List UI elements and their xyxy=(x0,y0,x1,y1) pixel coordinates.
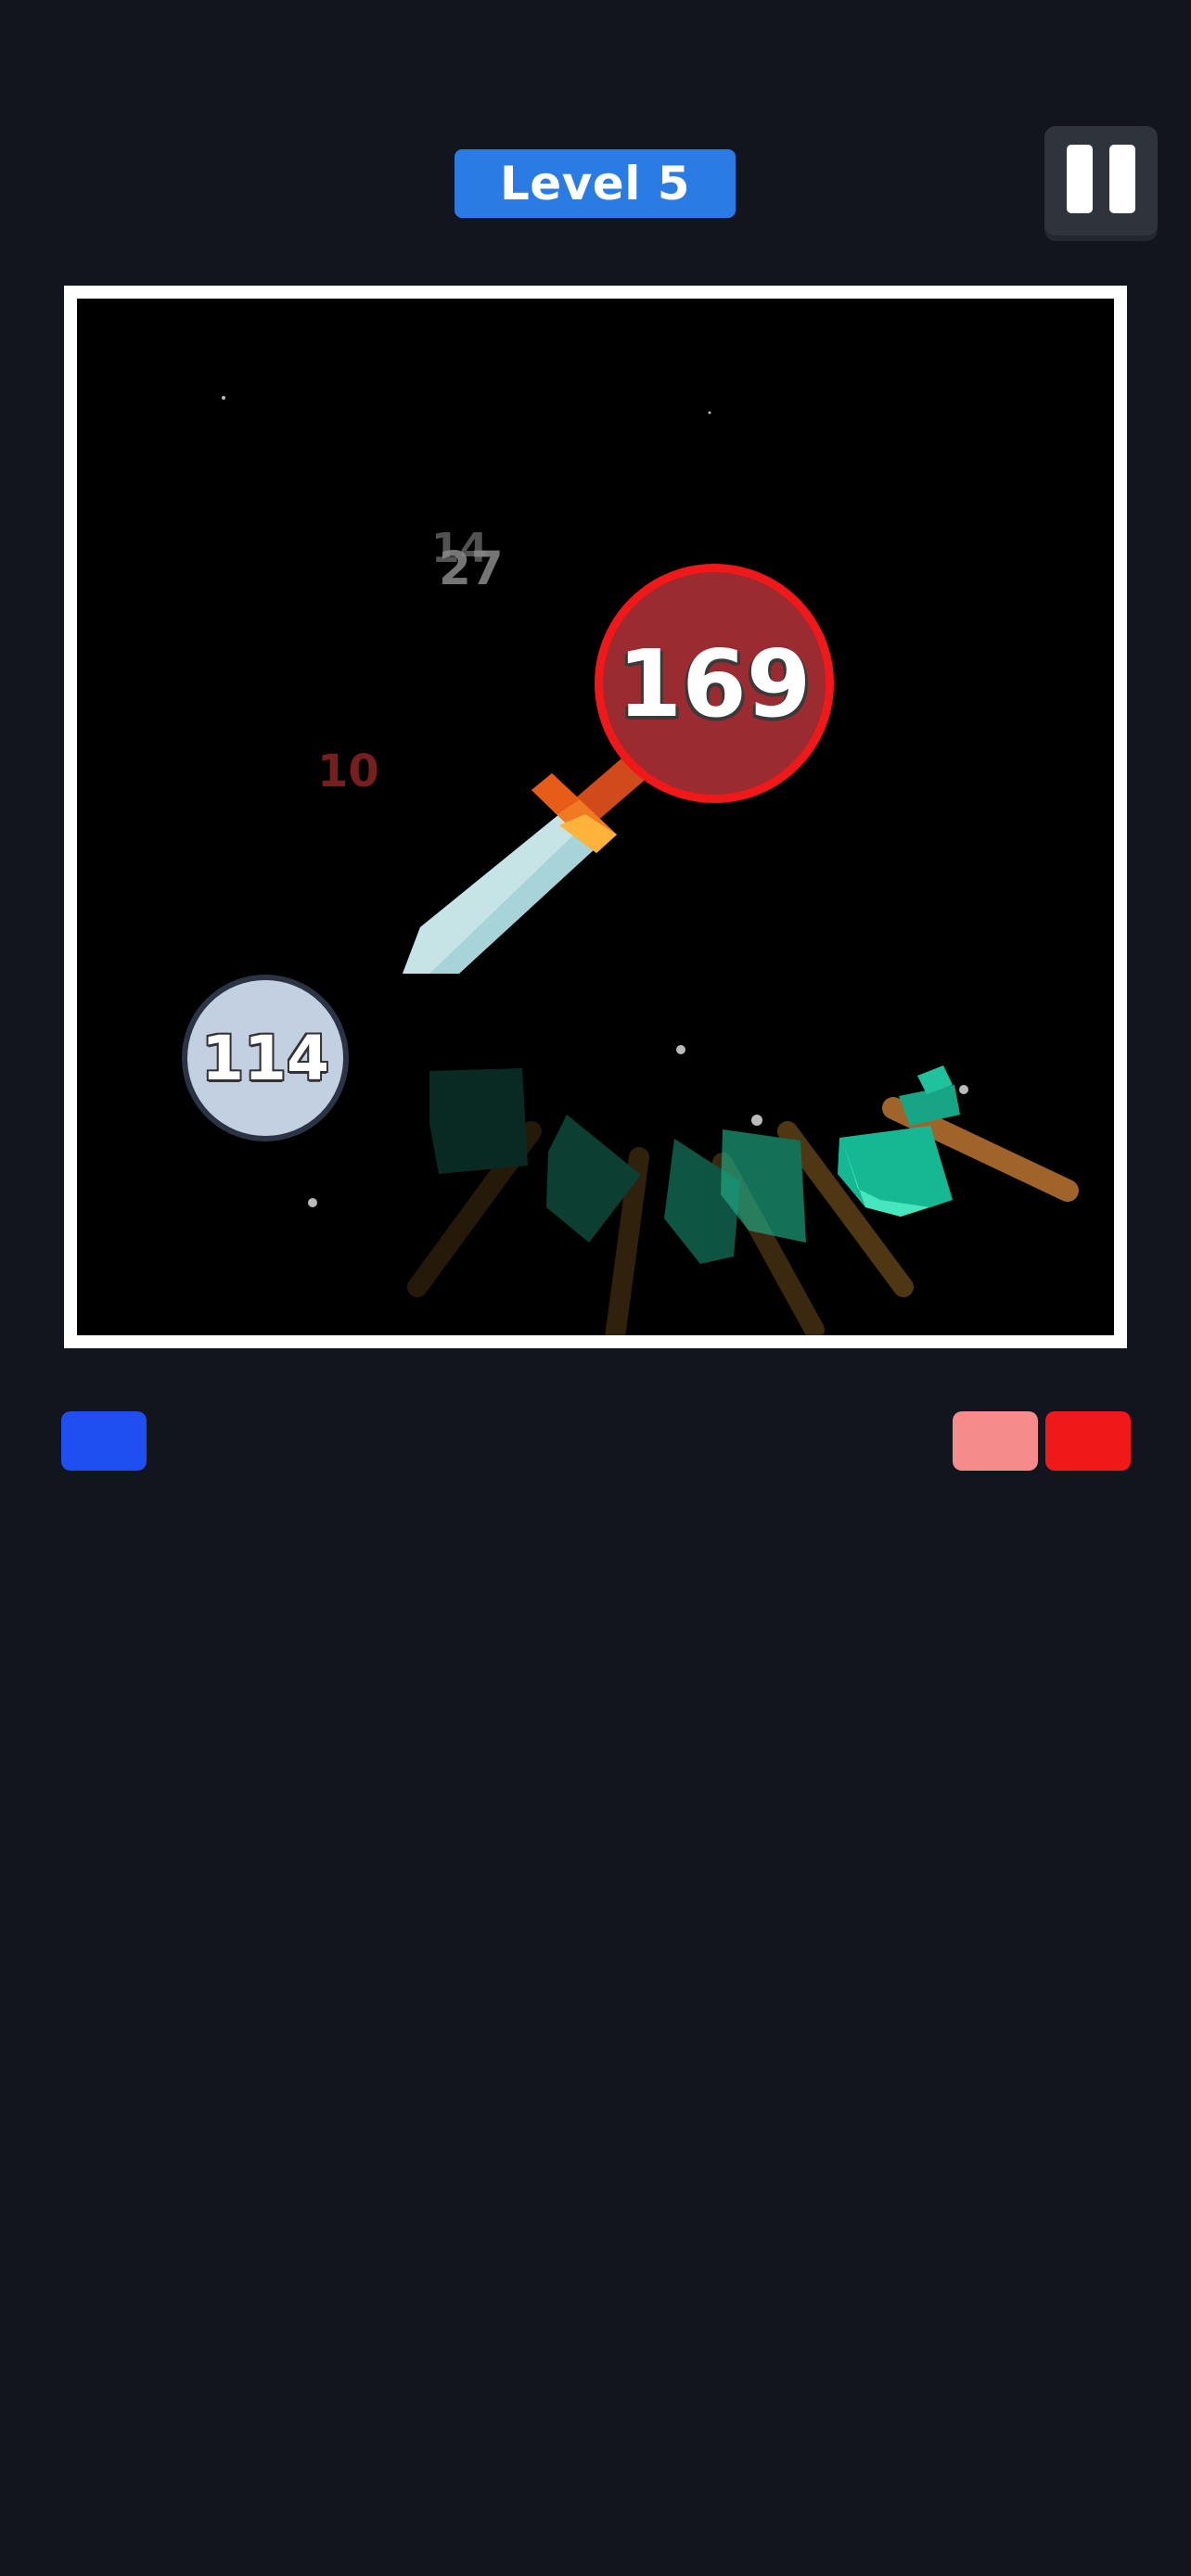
damage-popup: 10 xyxy=(317,746,379,797)
game-arena[interactable]: 14 27 10 169 114 xyxy=(64,286,1127,1348)
player-ball: 114 xyxy=(182,975,349,1141)
arena-scene xyxy=(222,396,1079,1335)
level-badge: Level 5 xyxy=(455,149,736,218)
axe-trail xyxy=(407,1068,914,1335)
enemy-life-chip-lost xyxy=(953,1411,1038,1471)
player-life-chip xyxy=(61,1411,147,1471)
arena-field[interactable]: 14 27 10 169 114 xyxy=(77,299,1114,1335)
enemy-life-chip xyxy=(1045,1411,1131,1471)
sword-weapon xyxy=(403,743,661,974)
enemy-ball: 169 xyxy=(595,564,834,803)
enemy-hp: 169 xyxy=(617,629,812,738)
axe-weapon xyxy=(838,1065,1079,1217)
player-hp: 114 xyxy=(201,1022,329,1094)
damage-popup: 27 xyxy=(439,542,504,595)
level-label: Level 5 xyxy=(499,157,691,210)
pause-button[interactable] xyxy=(1044,126,1158,236)
pause-icon xyxy=(1067,145,1093,213)
